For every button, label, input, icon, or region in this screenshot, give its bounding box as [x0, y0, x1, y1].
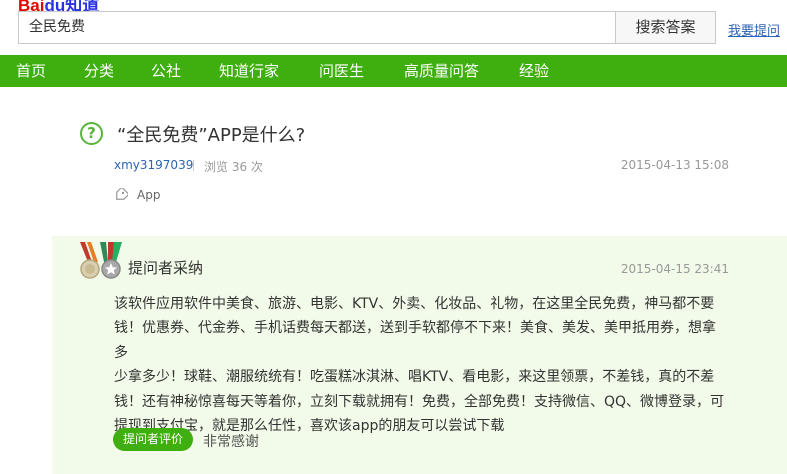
- nav-item-experience[interactable]: 经验: [519, 55, 549, 87]
- asker-evaluation-text: 非常感谢: [203, 434, 259, 450]
- meta-divider: [193, 160, 194, 171]
- answer-line: 该软件应用软件中美食、旅游、电影、KTV、外卖、化妆品、礼物，在这里全民免费，神…: [114, 296, 715, 312]
- asker-username[interactable]: xmy3197039: [114, 158, 193, 172]
- nav-item-commune[interactable]: 公社: [151, 55, 181, 87]
- view-count: 浏览 36 次: [204, 160, 263, 174]
- tag-icon: [116, 188, 128, 200]
- asker-evaluation-badge[interactable]: 提问者评价: [113, 428, 193, 451]
- answer-line: 钱！还有神秘惊喜每天等着你，立刻下载就拥有！免费，全部免费！支持微信、QQ、微博…: [114, 393, 725, 410]
- search-answers-button[interactable]: 搜索答案: [615, 11, 716, 44]
- adopted-medal-icon: [80, 242, 122, 279]
- answer-timestamp: 2015-04-15 23:41: [620, 262, 729, 276]
- question-timestamp: 2015-04-13 15:08: [620, 158, 729, 172]
- question-title: “全民免费”APP是什么?: [117, 125, 306, 146]
- adopted-label: 提问者采纳: [128, 259, 204, 277]
- baidu-zhidao-logo[interactable]: Baidu知道: [18, 0, 99, 15]
- answer-content: 该软件应用软件中美食、旅游、电影、KTV、外卖、化妆品、礼物，在这里全民免费，神…: [114, 292, 726, 438]
- main-nav: 首页 分类 公社 知道行家 问医生 高质量问答 经验: [0, 55, 787, 87]
- question-icon: ?: [80, 122, 103, 145]
- ask-question-link[interactable]: 我要提问: [728, 20, 780, 39]
- nav-item-quality-qa[interactable]: 高质量问答: [404, 55, 479, 87]
- question-tag[interactable]: App: [137, 188, 160, 202]
- nav-item-home[interactable]: 首页: [16, 55, 46, 87]
- nav-item-ask-doctor[interactable]: 问医生: [319, 55, 364, 87]
- nav-item-experts[interactable]: 知道行家: [219, 55, 279, 87]
- nav-item-categories[interactable]: 分类: [84, 55, 114, 87]
- search-input[interactable]: 全民免费: [18, 11, 616, 44]
- answer-line: 少拿多少！球鞋、潮服统统有！吃蛋糕冰淇淋、唱KTV、看电影，来这里领票，不差钱，…: [114, 369, 715, 386]
- answer-line: 钱！优惠券、代金券、手机话费每天都送，送到手软都停不下来！美食、美发、美甲抵用券…: [114, 320, 716, 361]
